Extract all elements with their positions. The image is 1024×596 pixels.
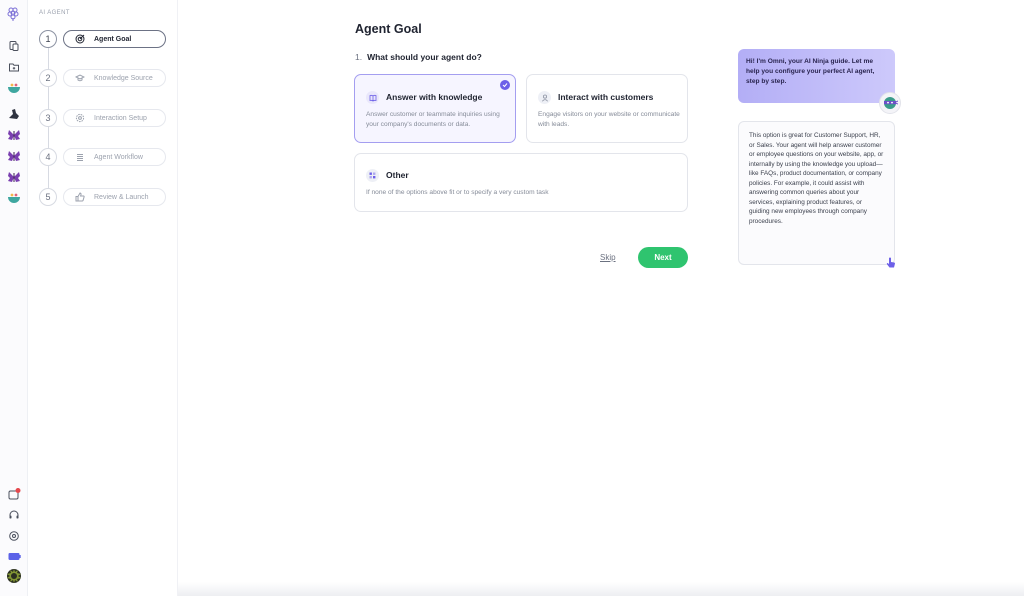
option-other[interactable]: Other If none of the options above fit o… [354,153,688,212]
step-number: 2 [39,69,57,87]
next-button[interactable]: Next [638,247,688,268]
agent-setup-stepper: AI AGENT 1 Agent Goal 2 Knowledge Source… [28,0,178,596]
step-agent-workflow[interactable]: Agent Workflow [63,148,166,166]
step-label: Interaction Setup [94,114,147,122]
step-number: 4 [39,148,57,166]
guide-intro-bubble: Hi! I'm Omni, your AI Ninja guide. Let m… [738,49,895,103]
question-heading: 1. What should your agent do? [355,52,482,62]
step-label: Agent Goal [94,35,132,43]
option-title: Other [386,170,409,180]
settings-icon[interactable] [6,528,22,544]
graduation-cap-icon [75,74,85,82]
robot-bowl-icon[interactable] [6,190,22,206]
skip-link[interactable]: Skip [600,253,616,262]
step-connector [47,166,49,188]
step-review-launch[interactable]: Review & Launch [63,188,166,206]
book-icon [366,91,379,104]
step-number: 5 [39,188,57,206]
option-title: Answer with knowledge [386,92,483,102]
option-title: Interact with customers [558,92,654,102]
list-icon [77,154,83,161]
option-interact-with-customers[interactable]: Interact with customers Engage visitors … [526,74,688,143]
ninja-avatar-icon [879,92,901,114]
grid-icon [366,169,379,182]
step-label: Knowledge Source [94,74,153,82]
check-icon [500,80,510,90]
battery-icon[interactable] [6,548,22,564]
option-answer-with-knowledge[interactable]: Answer with knowledge Answer customer or… [354,74,516,143]
step-number: 3 [39,109,57,127]
gear-icon [75,113,85,123]
notifications-icon[interactable] [6,486,22,502]
bottom-shadow [178,582,1024,596]
arm-icon[interactable] [6,106,22,122]
option-description: If none of the options above fit or to s… [366,189,549,196]
question-text: What should your agent do? [367,52,482,62]
folder-icon[interactable] [6,59,22,75]
option-description: Answer customer or teammate inquiries us… [366,111,500,128]
butterfly-icon[interactable] [6,148,22,164]
step-number: 1 [39,30,57,48]
target-icon [75,34,85,44]
headset-icon[interactable] [6,507,22,523]
step-connector [47,87,49,109]
grape-logo-icon[interactable] [6,6,22,22]
robot-bowl-icon[interactable] [6,80,22,96]
user-icon [538,91,551,104]
step-connector [47,126,49,148]
question-number: 1. [355,52,363,62]
step-connector [47,48,49,70]
step-label: Agent Workflow [94,153,143,161]
pointer-hand-icon [884,256,898,270]
step-knowledge-source[interactable]: Knowledge Source [63,69,166,87]
butterfly-icon[interactable] [6,169,22,185]
documents-icon[interactable] [6,38,22,54]
option-description: Engage visitors on your website or commu… [538,111,680,128]
user-avatar-icon[interactable] [6,568,22,584]
butterfly-icon[interactable] [6,127,22,143]
thumbs-up-icon [75,192,85,202]
step-interaction-setup[interactable]: Interaction Setup [63,109,166,127]
guide-detail-bubble: This option is great for Customer Suppor… [738,121,895,265]
icon-rail [0,0,28,596]
step-label: Review & Launch [94,193,149,201]
step-agent-goal[interactable]: Agent Goal [63,30,166,48]
section-label: AI AGENT [39,10,70,16]
page-title: Agent Goal [355,22,422,36]
